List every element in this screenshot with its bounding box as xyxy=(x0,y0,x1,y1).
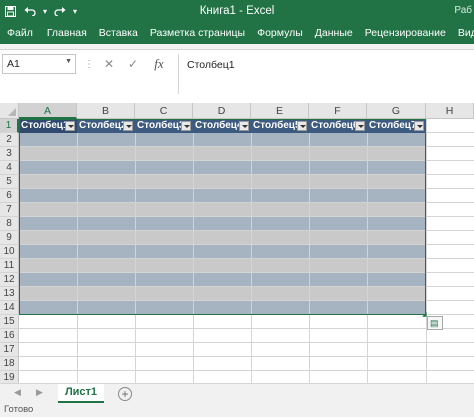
table-header-label: Столбец2 xyxy=(79,120,127,131)
filter-dropdown-icon[interactable] xyxy=(239,121,249,131)
formula-bar: A1 ▼ ⋮ ✕ ✓ fx Столбец1 xyxy=(0,50,474,100)
row-header-16[interactable]: 16 xyxy=(0,329,19,343)
window-title: Книга1 - Excel xyxy=(199,5,275,17)
filter-dropdown-icon[interactable] xyxy=(181,121,191,131)
filter-dropdown-icon[interactable] xyxy=(123,121,133,131)
table-header-label: Столбец3 xyxy=(137,120,185,131)
table-header-label: Столбец1 xyxy=(21,120,69,131)
row-header-1[interactable]: 1 xyxy=(0,119,19,133)
tab-data[interactable]: Данные xyxy=(309,22,359,44)
title-right-text: Раб xyxy=(454,5,472,16)
scroll-right-icon[interactable]: ▶ xyxy=(36,387,43,398)
enter-button[interactable]: ✓ xyxy=(122,54,144,74)
status-bar: Готово xyxy=(0,403,474,417)
tab-formulas[interactable]: Формулы xyxy=(251,22,309,44)
table-header-label: Столбец7 xyxy=(369,120,417,131)
insert-function-button[interactable]: fx xyxy=(148,54,170,74)
name-box-value: A1 xyxy=(7,58,20,70)
column-header-a[interactable]: A xyxy=(19,103,77,119)
add-sheet-button[interactable]: + xyxy=(118,387,132,401)
row-header-18[interactable]: 18 xyxy=(0,357,19,371)
row-header-15[interactable]: 15 xyxy=(0,315,19,329)
row-header-8[interactable]: 8 xyxy=(0,217,19,231)
tab-file[interactable]: Файл xyxy=(0,22,41,44)
scroll-left-icon[interactable]: ◀ xyxy=(14,387,21,398)
row-header-12[interactable]: 12 xyxy=(0,273,19,287)
column-header-e[interactable]: E xyxy=(251,103,309,119)
column-header-h[interactable]: H xyxy=(426,103,474,119)
row-header-5[interactable]: 5 xyxy=(0,175,19,189)
row-header-11[interactable]: 11 xyxy=(0,259,19,273)
row-header-13[interactable]: 13 xyxy=(0,287,19,301)
row-header-10[interactable]: 10 xyxy=(0,245,19,259)
filter-dropdown-icon[interactable] xyxy=(355,121,365,131)
worksheet-grid[interactable]: A B C D E F G H 1 2 3 4 5 6 7 8 9 10 11 … xyxy=(0,100,474,383)
tab-insert[interactable]: Вставка xyxy=(93,22,144,44)
column-header-g[interactable]: G xyxy=(367,103,426,119)
tab-view[interactable]: Вид xyxy=(452,22,474,44)
filter-dropdown-icon[interactable] xyxy=(297,121,307,131)
column-header-d[interactable]: D xyxy=(193,103,251,119)
name-box[interactable]: A1 ▼ xyxy=(2,54,76,74)
table-header-label: Столбец5 xyxy=(253,120,301,131)
row-header-19[interactable]: 19 xyxy=(0,371,19,383)
formula-input[interactable]: Столбец1 xyxy=(178,54,474,94)
row-header-14[interactable]: 14 xyxy=(0,301,19,315)
filter-dropdown-icon[interactable] xyxy=(414,121,424,131)
row-header-9[interactable]: 9 xyxy=(0,231,19,245)
tab-home[interactable]: Главная xyxy=(41,22,93,44)
row-header-17[interactable]: 17 xyxy=(0,343,19,357)
filter-dropdown-icon[interactable] xyxy=(65,121,75,131)
row-header-6[interactable]: 6 xyxy=(0,189,19,203)
column-header-f[interactable]: F xyxy=(309,103,367,119)
column-header-c[interactable]: C xyxy=(135,103,193,119)
column-header-b[interactable]: B xyxy=(77,103,135,119)
row-header-4[interactable]: 4 xyxy=(0,161,19,175)
cancel-button[interactable]: ✕ xyxy=(98,54,120,74)
formula-value: Столбец1 xyxy=(187,59,235,71)
sheet-tab-bar: ◀ ▶ Лист1 + xyxy=(0,383,474,403)
tab-review[interactable]: Рецензирование xyxy=(359,22,452,44)
table-header-label: Столбец4 xyxy=(195,120,243,131)
title-bar: ▾ ▾ Книга1 - Excel Раб xyxy=(0,0,474,22)
select-all-button[interactable] xyxy=(0,103,19,119)
tab-page-layout[interactable]: Разметка страницы xyxy=(144,22,251,44)
cell-gridlines xyxy=(19,119,474,383)
quick-analysis-icon: ▤ xyxy=(430,318,439,328)
table-header-label: Столбец6 xyxy=(311,120,359,131)
status-text: Готово xyxy=(4,404,34,415)
ribbon-tabs: Файл Главная Вставка Разметка страницы Ф… xyxy=(0,22,474,44)
row-header-2[interactable]: 2 xyxy=(0,133,19,147)
row-header-7[interactable]: 7 xyxy=(0,203,19,217)
sheet-tab-1[interactable]: Лист1 xyxy=(58,384,104,403)
formula-bar-splitter[interactable]: ⋮ xyxy=(84,59,95,70)
chevron-down-icon[interactable]: ▼ xyxy=(65,58,72,65)
quick-analysis-button[interactable]: ▤ xyxy=(427,316,443,330)
row-header-3[interactable]: 3 xyxy=(0,147,19,161)
